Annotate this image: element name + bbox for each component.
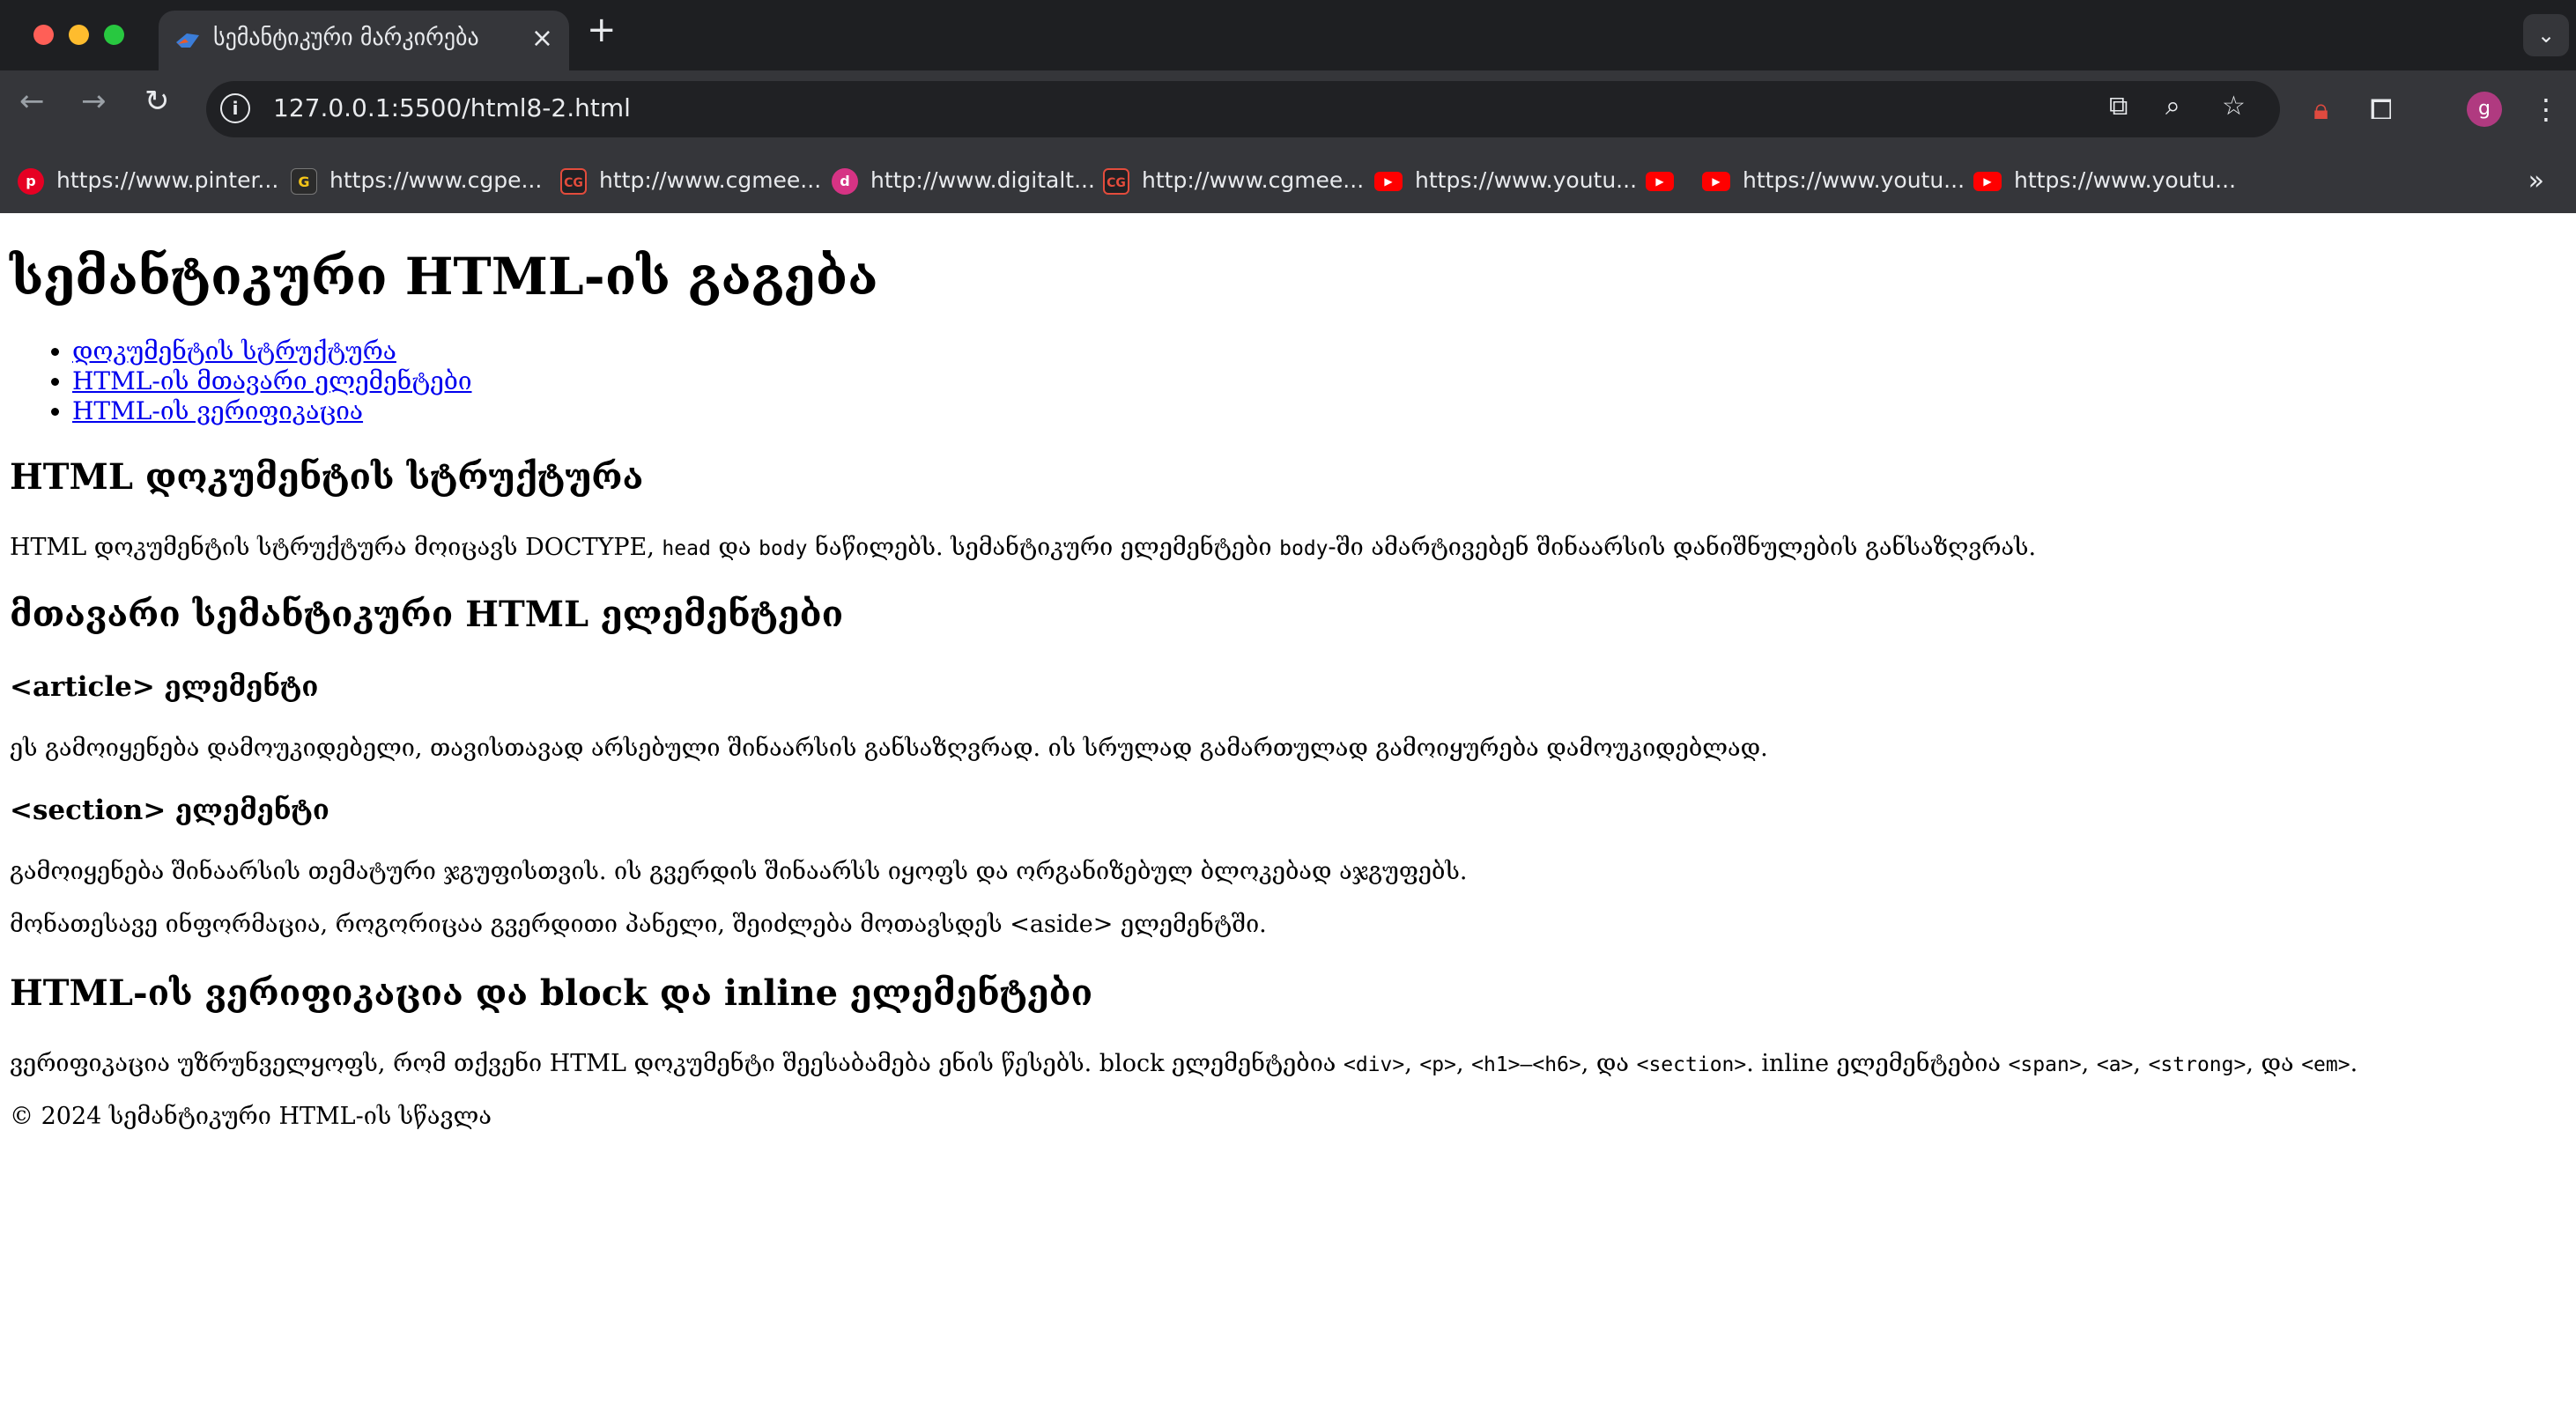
bookmark-item[interactable]: CG http://www.cgmee...: [1103, 166, 1364, 196]
page-content: სემანტიკური HTML-ის გაგება დოკუმენტის სტ…: [0, 213, 2576, 1404]
toc-item: HTML-ის მთავარი ელემენტები: [72, 366, 472, 396]
tab-search-button[interactable]: ⌄: [2523, 14, 2569, 56]
back-arrow-icon[interactable]: ←: [19, 86, 45, 116]
minimize-window-button[interactable]: [69, 25, 89, 45]
profile-avatar[interactable]: g: [2467, 92, 2502, 127]
tab-title: სემანტიკური მარკირება: [213, 25, 479, 51]
forward-arrow-icon[interactable]: →: [81, 86, 107, 116]
section-paragraph: გამოიყენება შინაარსის თემატური ჯგუფისთვი…: [10, 858, 1468, 885]
bookmark-item[interactable]: ▶ https://www.youtu...: [1973, 166, 2236, 196]
toc-link-structure[interactable]: დოკუმენტის სტრუქტურა: [72, 336, 396, 366]
validation-paragraph: ვერიფიკაცია უზრუნველყოფს, რომ თქვენი HTM…: [10, 1050, 2358, 1077]
extension-lock-icon[interactable]: 🔒︎: [2313, 95, 2328, 123]
close-tab-icon[interactable]: ×: [531, 23, 553, 54]
close-window-button[interactable]: [33, 25, 54, 45]
extensions-puzzle-icon[interactable]: ⧠: [2370, 95, 2393, 123]
maximize-window-button[interactable]: [104, 25, 124, 45]
bookmark-item[interactable]: CG http://www.cgmee...: [560, 166, 821, 196]
zoom-icon[interactable]: ⌕: [2165, 93, 2180, 120]
address-bar[interactable]: i 127.0.0.1:5500/html8-2.html ⧉ ⌕ ☆: [206, 81, 2280, 137]
section-heading-elements: მთავარი სემანტიკური HTML ელემენტები: [10, 594, 844, 635]
bookmark-star-icon[interactable]: ☆: [2222, 93, 2246, 120]
youtube-icon: ▶: [1702, 172, 1730, 191]
bookmark-item[interactable]: d http://www.digitalt...: [832, 166, 1095, 196]
aside-paragraph: მონათესავე ინფორმაცია, როგორიცაა გვერდით…: [10, 911, 1267, 938]
section-heading-structure: HTML დოკუმენტის სტრუქტურა: [10, 456, 644, 498]
toc-link-elements[interactable]: HTML-ის მთავარი ელემენტები: [72, 366, 472, 395]
toolbar: ← → ↻ i 127.0.0.1:5500/html8-2.html ⧉ ⌕ …: [0, 70, 2576, 150]
article-heading: <article> ელემენტი: [10, 671, 319, 703]
cgmeetup-icon: CG: [1103, 168, 1129, 195]
page-title: სემანტიკური HTML-ის გაგება: [10, 247, 878, 307]
cgmeetup-icon: CG: [560, 168, 587, 195]
structure-paragraph: HTML დოკუმენტის სტრუქტურა მოიცავს DOCTYP…: [10, 534, 2037, 561]
youtube-icon: ▶: [1973, 172, 2002, 191]
toc-item: HTML-ის ვერიფიკაცია: [72, 396, 472, 426]
youtube-icon: ▶: [1374, 172, 1403, 191]
site-info-icon[interactable]: i: [220, 93, 250, 123]
section-heading-validation: HTML-ის ვერიფიკაცია და block და inline ე…: [10, 972, 1093, 1014]
digitaltutors-icon: d: [832, 168, 858, 195]
more-bookmarks-chevron-icon[interactable]: »: [2528, 166, 2544, 196]
active-tab[interactable]: სემანტიკური მარკირება ×: [159, 11, 569, 70]
reload-icon[interactable]: ↻: [144, 86, 170, 116]
table-of-contents: დოკუმენტის სტრუქტურა HTML-ის მთავარი ელე…: [30, 336, 472, 426]
bookmark-item[interactable]: ▶: [1646, 166, 1686, 196]
toc-item: დოკუმენტის სტრუქტურა: [72, 336, 472, 366]
toc-link-validation[interactable]: HTML-ის ვერიფიკაცია: [72, 396, 363, 425]
page-footer: © 2024 სემანტიკური HTML-ის სწავლა: [10, 1103, 492, 1130]
pinterest-icon: p: [18, 168, 44, 195]
bookmark-item[interactable]: ▶ https://www.youtu...: [1374, 166, 1637, 196]
bookmark-item[interactable]: p https://www.pinter...: [18, 166, 278, 196]
browser-chrome: სემანტიკური მარკირება × + ⌄ ← → ↻ i 127.…: [0, 0, 2576, 213]
youtube-icon: ▶: [1646, 172, 1674, 191]
new-tab-button[interactable]: +: [587, 12, 617, 48]
translate-icon[interactable]: ⧉: [2109, 93, 2128, 120]
kebab-menu-icon[interactable]: ⋮: [2532, 95, 2560, 123]
bookmark-item[interactable]: Ghttps://www.cgpe...: [291, 166, 542, 196]
tab-strip: სემანტიკური მარკირება × + ⌄: [0, 0, 2576, 70]
vscode-live-server-icon: [176, 33, 199, 48]
cgpeers-icon: G: [291, 168, 317, 195]
bookmark-item[interactable]: ▶ https://www.youtu...: [1702, 166, 1965, 196]
article-paragraph: ეს გამოიყენება დამოუკიდებელი, თავისთავად…: [10, 735, 1768, 762]
bookmarks-bar: p https://www.pinter... Ghttps://www.cgpe…: [0, 150, 2576, 213]
section-element-heading: <section> ელემენტი: [10, 794, 329, 826]
url-text[interactable]: 127.0.0.1:5500/html8-2.html: [273, 93, 631, 122]
